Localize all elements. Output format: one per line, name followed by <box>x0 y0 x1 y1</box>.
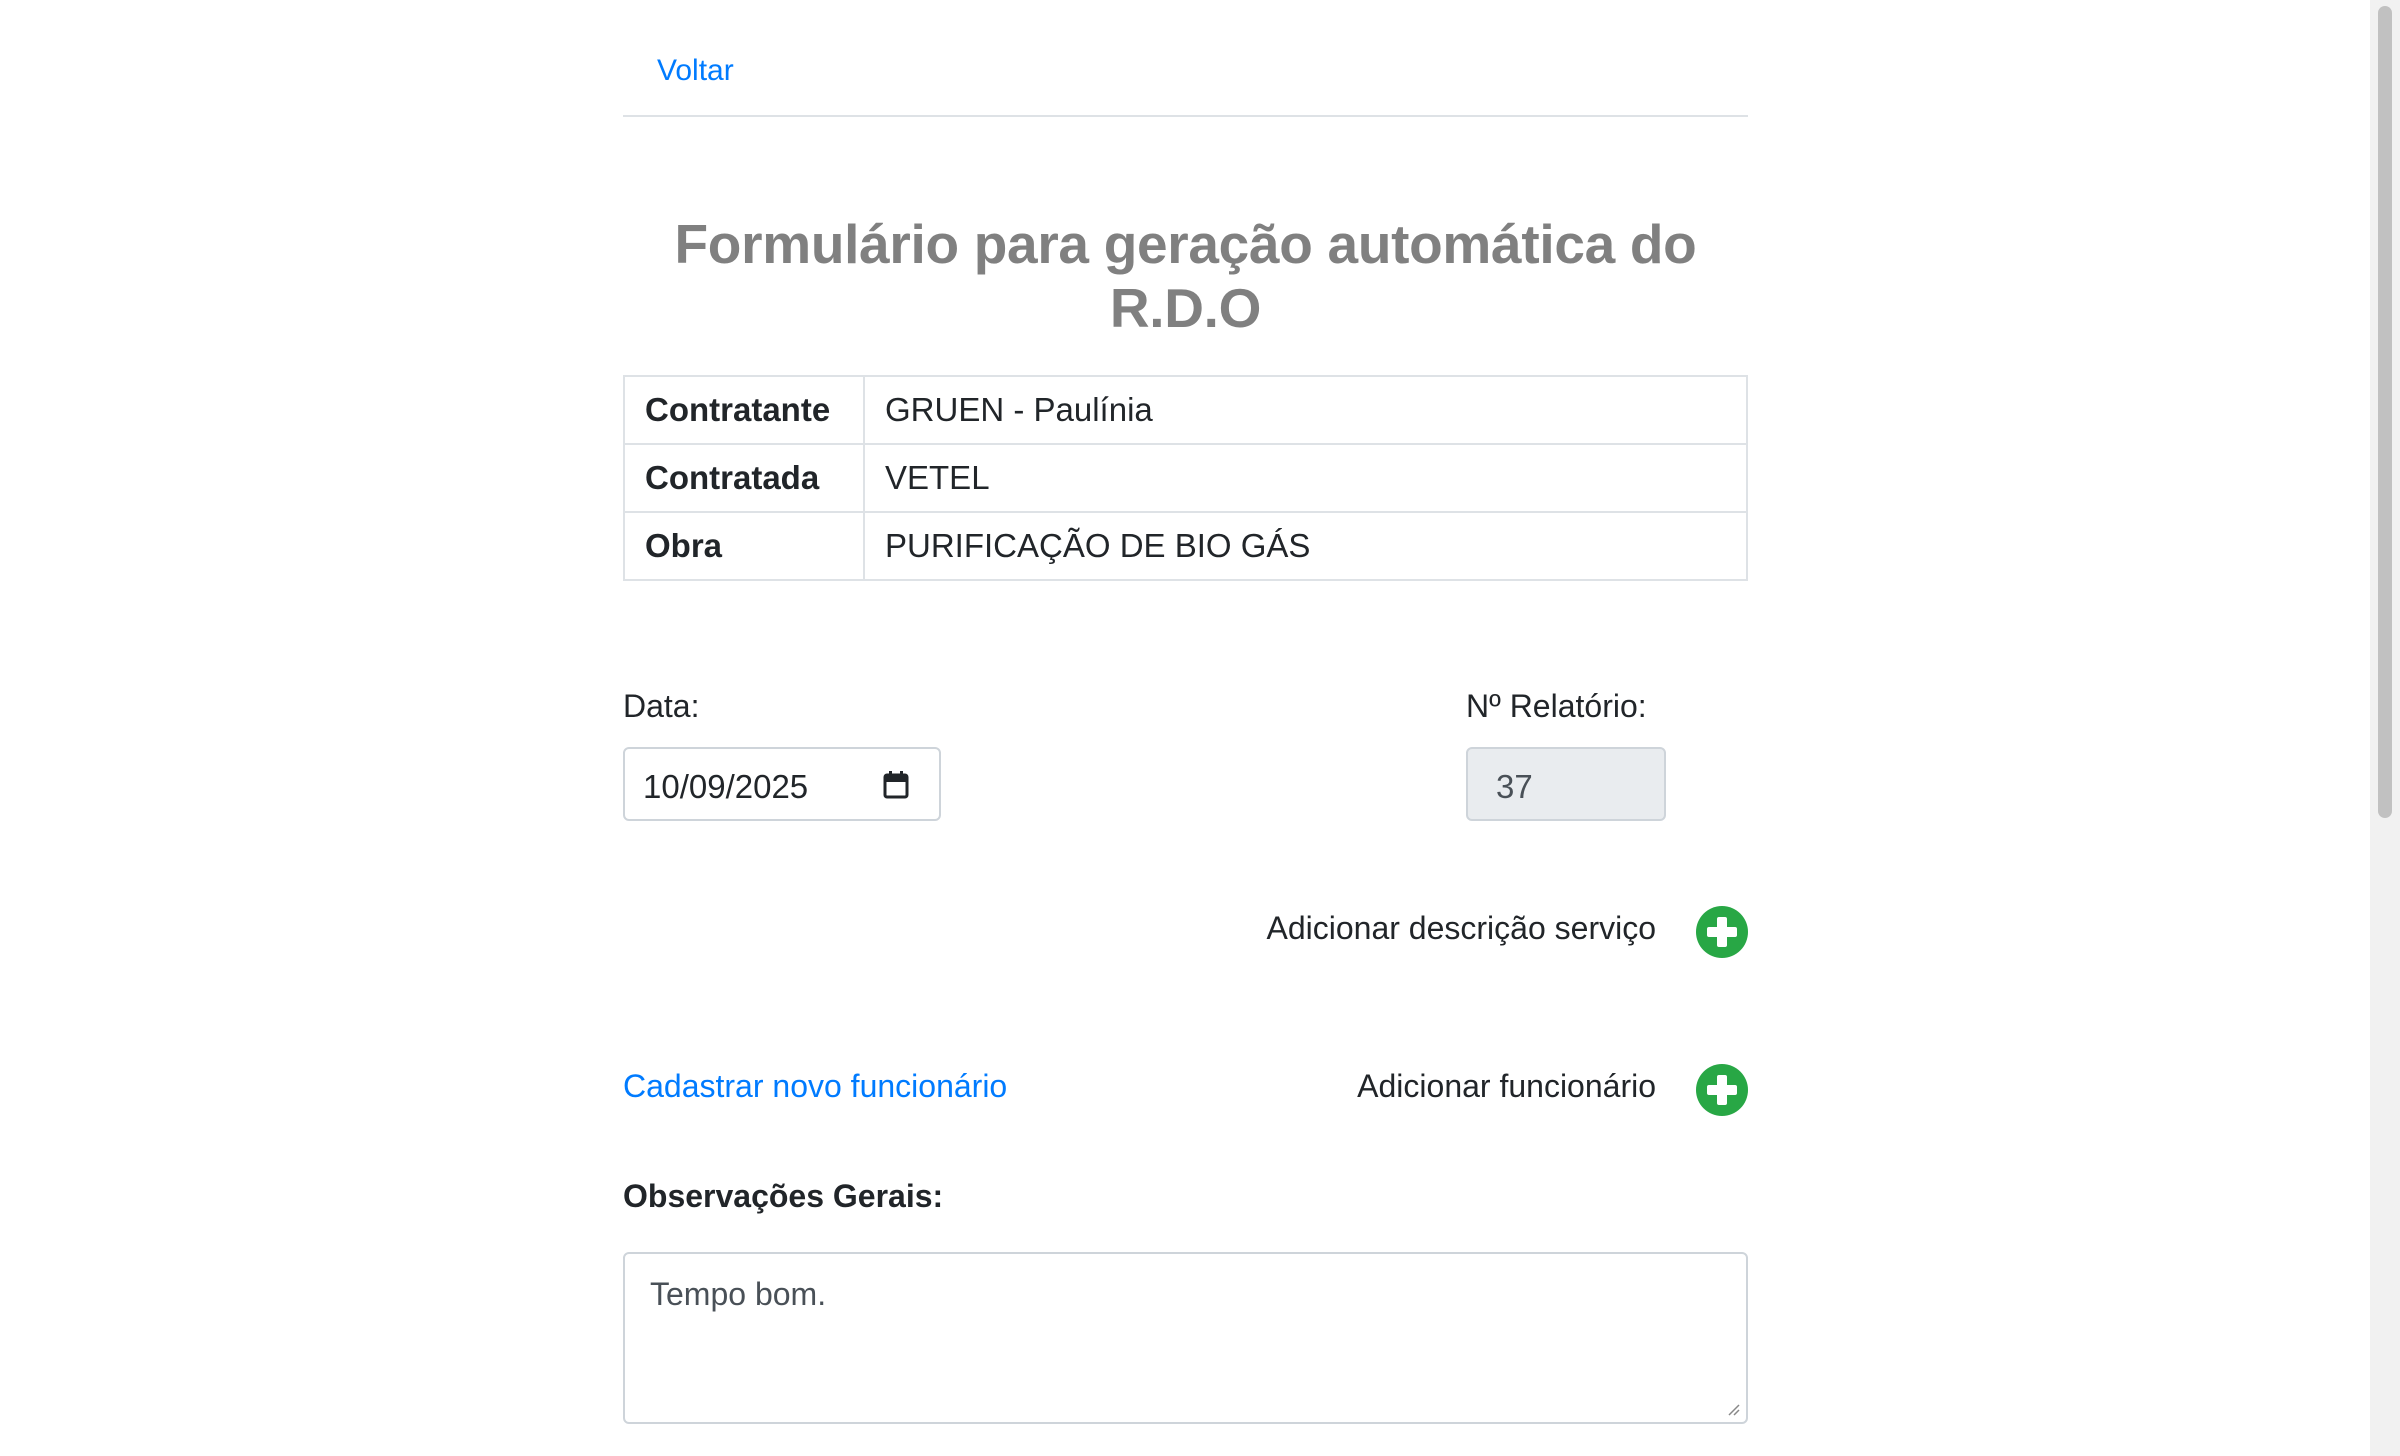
table-row: Contratada VETEL <box>623 443 1748 513</box>
observations-textarea[interactable]: Tempo bom. <box>623 1252 1748 1424</box>
page-title: Formulário para geração automática do R.… <box>674 213 1697 339</box>
main-container: Voltar Formulário para geração automátic… <box>623 0 1748 1424</box>
table-value-contratada: VETEL <box>863 443 1748 513</box>
back-link[interactable]: Voltar <box>657 54 734 88</box>
add-service-label: Adicionar descrição serviço <box>1266 910 1657 946</box>
resize-grip-icon[interactable] <box>1726 1402 1740 1416</box>
scrollbar-thumb[interactable] <box>2378 6 2392 818</box>
observations-label: Observações Gerais: <box>623 1178 944 1214</box>
report-number-label: Nº Relatório: <box>1466 688 1647 724</box>
date-value: 10/09/2025 <box>643 768 809 805</box>
add-employee-label: Adicionar funcionário <box>1357 1068 1656 1104</box>
top-nav: Voltar <box>623 0 1748 117</box>
info-table: Contratante GRUEN - Paulínia Contratada … <box>623 375 1748 581</box>
table-key-contratada: Contratada <box>623 443 865 513</box>
report-number-value: 37 <box>1496 768 1533 805</box>
table-value-obra: PURIFICAÇÃO DE BIO GÁS <box>863 511 1748 581</box>
date-input[interactable]: 10/09/2025 <box>623 747 941 821</box>
table-value-contratante: GRUEN - Paulínia <box>863 375 1748 445</box>
report-number-field: 37 <box>1466 747 1666 821</box>
add-employee-plus-icon[interactable] <box>1696 1064 1748 1116</box>
table-key-obra: Obra <box>623 511 865 581</box>
calendar-icon[interactable] <box>883 771 909 799</box>
vertical-scrollbar[interactable] <box>2370 0 2400 1456</box>
table-row: Obra PURIFICAÇÃO DE BIO GÁS <box>623 511 1748 581</box>
table-row: Contratante GRUEN - Paulínia <box>623 375 1748 445</box>
register-employee-link[interactable]: Cadastrar novo funcionário <box>623 1068 1007 1105</box>
date-label: Data: <box>623 688 700 724</box>
add-service-plus-icon[interactable] <box>1696 906 1748 958</box>
table-key-contratante: Contratante <box>623 375 865 445</box>
observations-value: Tempo bom. <box>650 1276 827 1312</box>
